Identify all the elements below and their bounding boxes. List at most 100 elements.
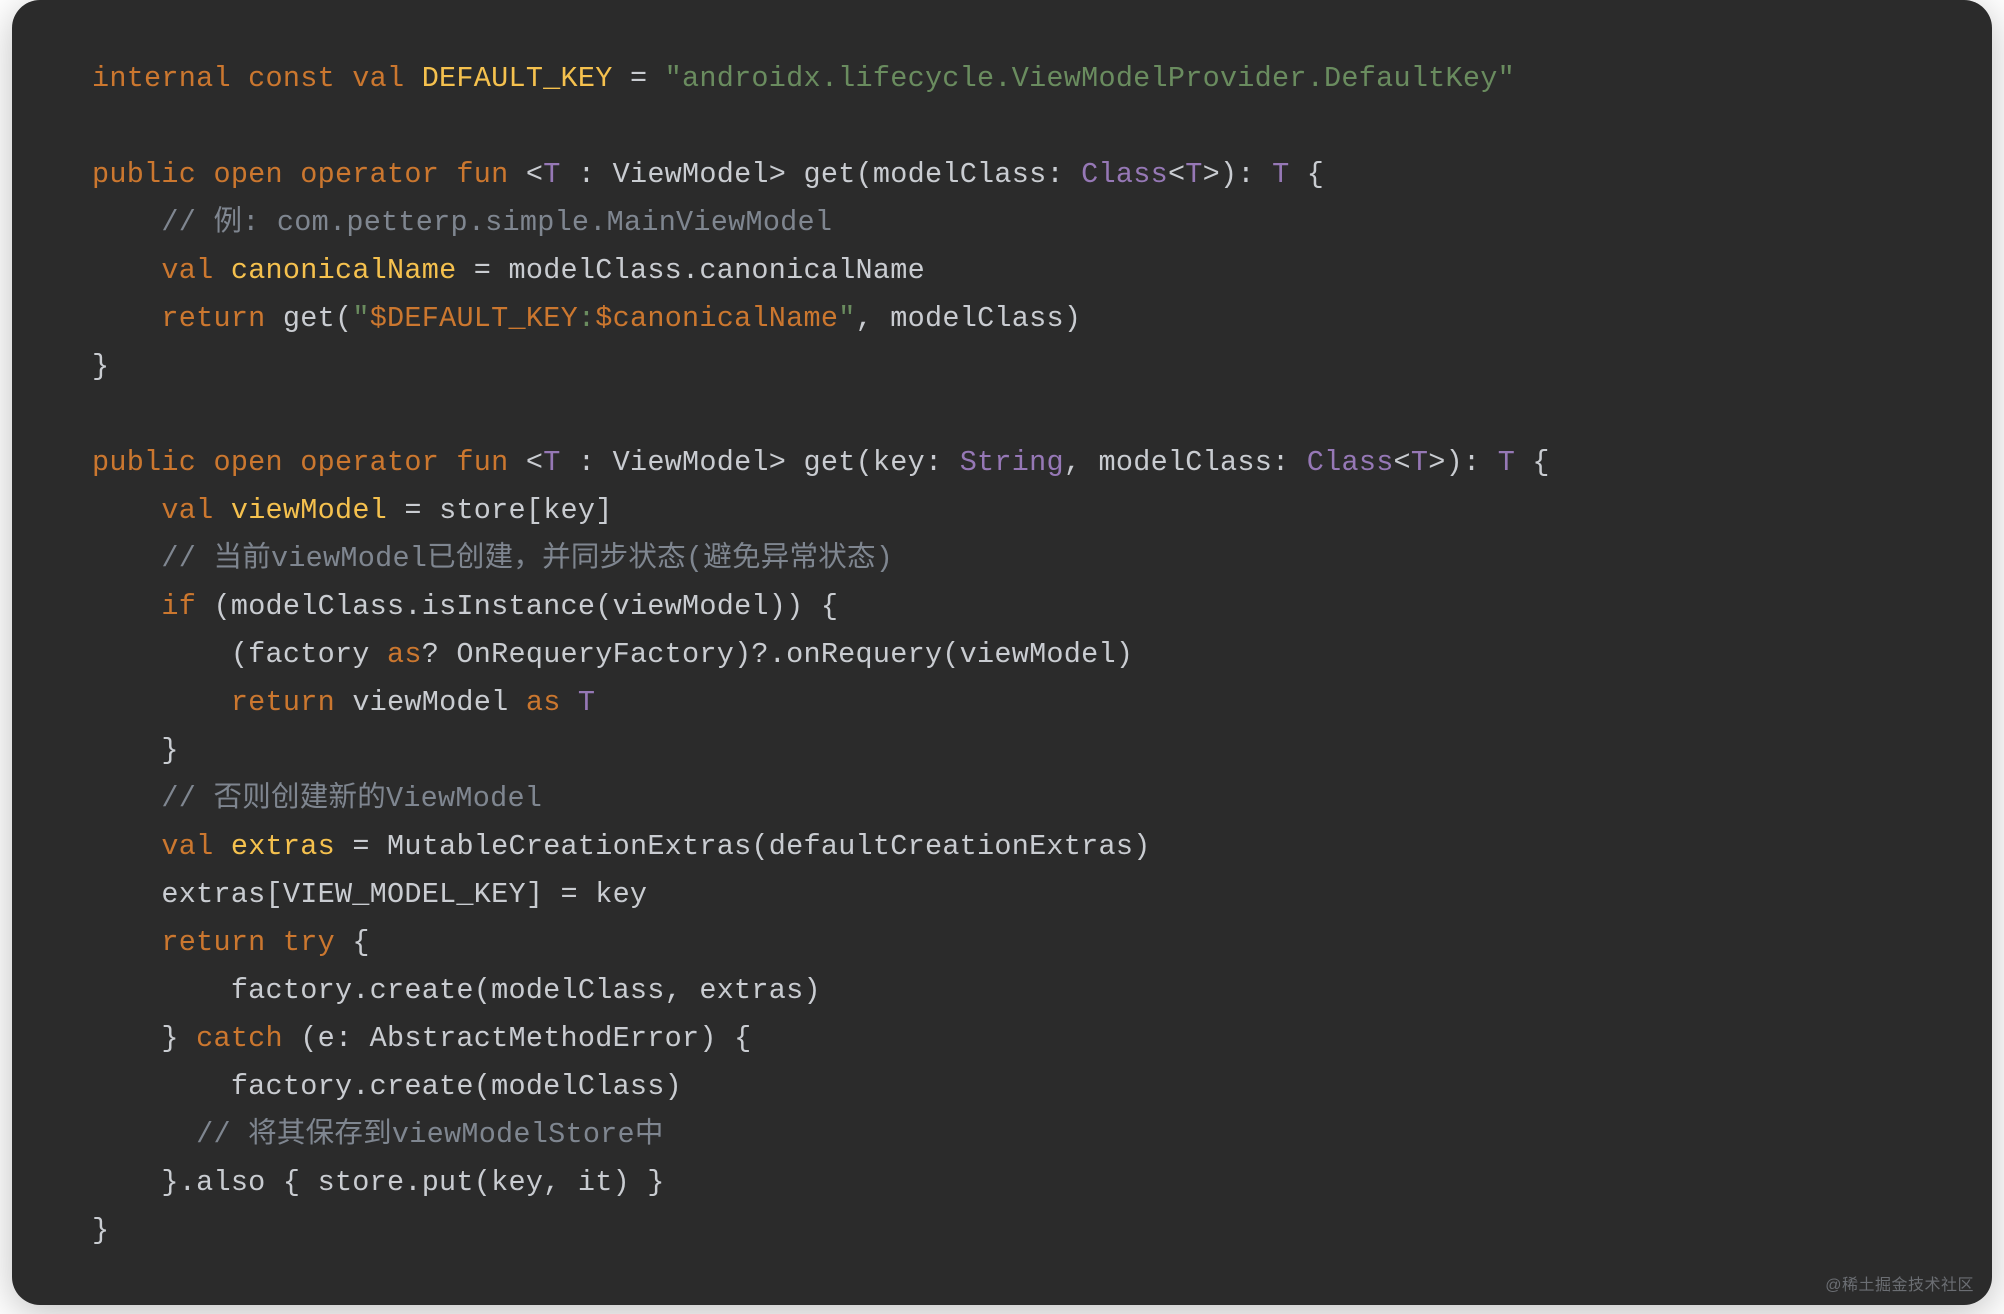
code-line: }.also { store.put(key, it) } [92, 1166, 665, 1199]
code-token: catch [196, 1022, 300, 1055]
code-line: return try { [92, 926, 370, 959]
code-token [92, 302, 161, 335]
code-token: }.also { store.put(key, it) } [92, 1166, 665, 1199]
code-token: T [1411, 446, 1428, 479]
code-line: } catch (e: AbstractMethodError) { [92, 1022, 751, 1055]
code-token: (modelClass.isInstance(viewModel)) { [213, 590, 838, 623]
code-token: String [960, 446, 1064, 479]
code-token: $canonicalName [595, 302, 838, 335]
code-token: < [526, 158, 543, 191]
code-token: : [561, 446, 613, 479]
code-token: < [526, 446, 543, 479]
code-token: ViewModel [613, 158, 769, 191]
code-token: } [92, 1022, 196, 1055]
code-token: viewModel [352, 686, 526, 719]
code-token: " [838, 302, 855, 335]
code-token: viewModel [231, 494, 387, 527]
code-token: T [1185, 158, 1202, 191]
code-token: DEFAULT_KEY [422, 62, 613, 95]
code-token: T [1272, 158, 1289, 191]
code-token: // 将其保存到viewModelStore中 [196, 1118, 664, 1151]
code-line: } [92, 1214, 109, 1247]
code-token: "androidx.lifecycle.ViewModelProvider.De… [665, 62, 1515, 95]
code-token: (factory [92, 638, 387, 671]
code-token: val [161, 830, 230, 863]
code-token: = [613, 62, 665, 95]
code-line: public open operator fun <T : ViewModel>… [92, 446, 1550, 479]
code-token: >): [1428, 446, 1497, 479]
code-token: // 例: com.petterp.simple.MainViewModel [161, 206, 832, 239]
code-token: } [92, 734, 179, 767]
code-token: extras [231, 830, 335, 863]
code-token: " [352, 302, 369, 335]
code-line: val extras = MutableCreationExtras(defau… [92, 830, 1151, 863]
code-token: , modelClass: [1064, 446, 1307, 479]
code-token: , modelClass) [856, 302, 1082, 335]
code-token: ViewModel [613, 446, 769, 479]
code-token: T [543, 446, 560, 479]
code-line: if (modelClass.isInstance(viewModel)) { [92, 590, 838, 623]
code-line: // 例: com.petterp.simple.MainViewModel [92, 206, 832, 239]
code-token: >): [1203, 158, 1272, 191]
code-token: canonicalName [231, 254, 457, 287]
code-token [92, 686, 231, 719]
code-line: (factory as? OnRequeryFactory)?.onRequer… [92, 638, 1133, 671]
code-line: public open operator fun <T : ViewModel>… [92, 158, 1324, 191]
code-token: return [231, 686, 352, 719]
code-token: (modelClass: [856, 158, 1082, 191]
code-token: // 当前viewModel已创建，并同步状态(避免异常状态) [161, 542, 893, 575]
code-token: = MutableCreationExtras(defaultCreationE… [335, 830, 1151, 863]
code-token: public open operator fun [92, 446, 526, 479]
code-token: (e: AbstractMethodError) { [300, 1022, 751, 1055]
code-token [92, 1118, 196, 1151]
code-token: if [161, 590, 213, 623]
code-token: (key: [856, 446, 960, 479]
code-token: extras[VIEW_MODEL_KEY] = key [92, 878, 647, 911]
code-token: factory.create(modelClass) [92, 1070, 682, 1103]
code-token: ? OnRequeryFactory)?.onRequery(viewModel… [422, 638, 1133, 671]
code-line: internal const val DEFAULT_KEY = "androi… [92, 62, 1515, 95]
code-token: } [92, 350, 109, 383]
code-token [92, 590, 161, 623]
code-token: $DEFAULT_KEY [370, 302, 578, 335]
code-token: return [161, 302, 282, 335]
code-line: // 否则创建新的ViewModel [92, 782, 542, 815]
watermark-text: @稀土掘金技术社区 [1825, 1271, 1974, 1295]
code-token: > [769, 158, 804, 191]
code-block: internal const val DEFAULT_KEY = "androi… [92, 55, 1912, 1255]
code-token [92, 494, 161, 527]
code-token [92, 254, 161, 287]
code-token: { [352, 926, 369, 959]
code-line: extras[VIEW_MODEL_KEY] = key [92, 878, 647, 911]
code-token: get( [283, 302, 352, 335]
code-token: > [769, 446, 804, 479]
code-line: factory.create(modelClass, extras) [92, 974, 821, 1007]
code-token: Class [1307, 446, 1394, 479]
code-line: val viewModel = store[key] [92, 494, 613, 527]
code-token [92, 542, 161, 575]
code-token: internal const val [92, 62, 422, 95]
code-line: } [92, 350, 109, 383]
code-token: T [578, 686, 595, 719]
code-token: get [804, 446, 856, 479]
code-token [92, 782, 161, 815]
code-line: // 将其保存到viewModelStore中 [92, 1118, 664, 1151]
code-line: } [92, 734, 179, 767]
code-token: as [387, 638, 422, 671]
code-token: < [1168, 158, 1185, 191]
code-token: T [543, 158, 560, 191]
code-window: internal const val DEFAULT_KEY = "androi… [12, 0, 1992, 1305]
code-token: = modelClass.canonicalName [456, 254, 925, 287]
code-token [92, 926, 161, 959]
code-token: = store[key] [387, 494, 613, 527]
code-token: public open operator fun [92, 158, 526, 191]
code-token: { [1289, 158, 1324, 191]
code-line: return viewModel as T [92, 686, 595, 719]
code-line: return get("$DEFAULT_KEY:$canonicalName"… [92, 302, 1081, 335]
code-line: // 当前viewModel已创建，并同步状态(避免异常状态) [92, 542, 893, 575]
code-token: factory.create(modelClass, extras) [92, 974, 821, 1007]
code-token: T [1498, 446, 1515, 479]
code-token: { [1515, 446, 1550, 479]
code-token: get [804, 158, 856, 191]
code-token: val [161, 254, 230, 287]
